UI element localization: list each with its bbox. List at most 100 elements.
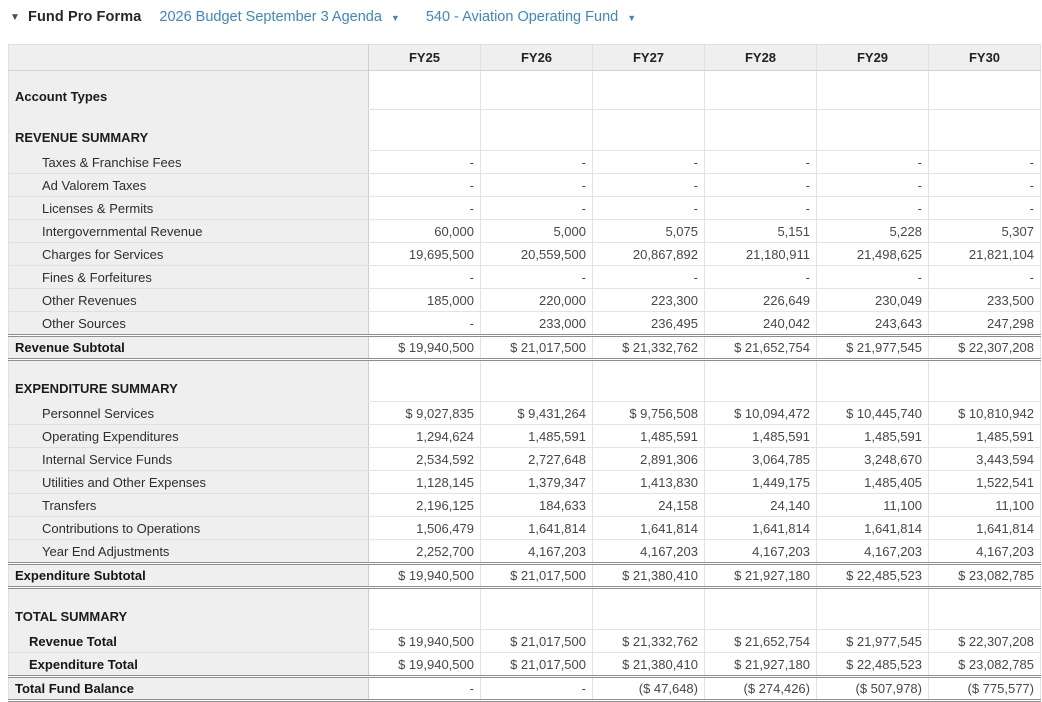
table-row: Other Sources -233,000 236,495 240,042 243,6…: [8, 311, 1041, 336]
page-title: Fund Pro Forma: [28, 9, 142, 25]
value-cell: -: [368, 265, 481, 289]
value-cell: 1,128,145: [368, 470, 481, 494]
value-cell: 1,379,347: [480, 470, 593, 494]
value-cell: 24,158: [592, 493, 705, 517]
value-cell: 1,641,814: [592, 516, 705, 540]
value-cell: $ 21,977,545: [816, 629, 929, 653]
value-cell: [816, 70, 929, 110]
value-cell: 1,485,591: [592, 424, 705, 448]
value-cell: 60,000: [368, 219, 481, 243]
value-cell: [480, 359, 593, 402]
row-label: Taxes & Franchise Fees: [8, 150, 369, 174]
value-cell: -: [368, 675, 481, 702]
fund-dropdown-label: 540 - Aviation Operating Fund: [425, 9, 619, 25]
table-row: Utilities and Other Expenses 1,128,145 1,3…: [8, 470, 1041, 494]
table-row: Licenses & Permits - - - - - -: [8, 196, 1041, 220]
value-cell: $ 21,332,762: [592, 334, 705, 361]
table-row: TOTAL SUMMARY: [8, 587, 1041, 630]
value-cell: $ 10,810,942: [928, 401, 1041, 425]
value-cell: 4,167,203: [592, 539, 705, 564]
table-row: Operating Expenditures 1,294,624 1,485,591…: [8, 424, 1041, 448]
value-cell: ($ 775,577): [928, 675, 1041, 702]
value-cell: 1,485,591: [928, 424, 1041, 448]
value-cell: 11,100: [928, 493, 1041, 517]
value-cell: [928, 109, 1041, 151]
table-row: Ad Valorem Taxes - - - - - -: [8, 173, 1041, 197]
collapse-section-icon[interactable]: ▼: [10, 12, 28, 23]
table-row: Revenue Total $ 19,940,500 $ 21,017,500 $ 2…: [8, 629, 1041, 653]
value-cell: -: [368, 173, 481, 197]
row-label: Ad Valorem Taxes: [8, 173, 369, 197]
value-cell: $ 21,652,754: [704, 334, 817, 361]
value-cell: $ 21,652,754: [704, 629, 817, 653]
value-cell: 226,649: [704, 288, 817, 312]
budget-dropdown[interactable]: 2026 Budget September 3 Agenda ▼: [159, 9, 399, 25]
value-cell: -: [368, 150, 481, 174]
value-cell: [368, 587, 481, 630]
row-label: Utilities and Other Expenses: [8, 470, 369, 494]
value-cell: 240,042: [704, 311, 817, 336]
value-cell: -: [704, 150, 817, 174]
value-cell: -: [928, 173, 1041, 197]
value-cell: $ 22,307,208: [928, 334, 1041, 361]
value-cell: 1,641,814: [480, 516, 593, 540]
value-cell: 230,049: [816, 288, 929, 312]
value-cell: 5,307: [928, 219, 1041, 243]
value-cell: [592, 359, 705, 402]
table-row: Internal Service Funds 2,534,592 2,727,648…: [8, 447, 1041, 471]
value-cell: $ 22,485,523: [816, 652, 929, 677]
value-cell: -: [480, 675, 593, 702]
fund-dropdown[interactable]: 540 - Aviation Operating Fund ▼: [426, 9, 636, 25]
value-cell: 21,498,625: [816, 242, 929, 266]
value-cell: 1,641,814: [704, 516, 817, 540]
value-cell: 220,000: [480, 288, 593, 312]
value-cell: [928, 70, 1041, 110]
header-row: FY25 FY26 FY27 FY28 FY29 FY30: [8, 44, 1041, 71]
value-cell: $ 22,485,523: [816, 562, 929, 589]
chevron-down-icon: ▼: [627, 13, 637, 23]
value-cell: $ 9,431,264: [480, 401, 593, 425]
value-cell: 233,500: [928, 288, 1041, 312]
proforma-table: FY25 FY26 FY27 FY28 FY29 FY30 Account Types RE…: [8, 44, 1041, 702]
value-cell: 223,300: [592, 288, 705, 312]
value-cell: $ 10,094,472: [704, 401, 817, 425]
table-row: Fines & Forfeitures - - - - - -: [8, 265, 1041, 289]
value-cell: 3,248,670: [816, 447, 929, 471]
value-cell: [368, 109, 481, 151]
value-cell: -: [480, 196, 593, 220]
value-cell: $ 21,017,500: [480, 334, 593, 361]
value-cell: $ 10,445,740: [816, 401, 929, 425]
table-row: Other Revenues 185,000 220,000 223,300 226,6…: [8, 288, 1041, 312]
row-label: REVENUE SUMMARY: [8, 109, 369, 151]
row-label: Transfers: [8, 493, 369, 517]
table-row: Personnel Services $ 9,027,835 $ 9,431,264…: [8, 401, 1041, 425]
value-cell: 185,000: [368, 288, 481, 312]
header-cell: FY26: [480, 44, 593, 71]
table-row: Intergovernmental Revenue 60,000 5,000 5,07…: [8, 219, 1041, 243]
header-cell: FY30: [928, 44, 1041, 71]
value-cell: -: [816, 150, 929, 174]
value-cell: -: [816, 196, 929, 220]
value-cell: 1,485,591: [816, 424, 929, 448]
value-cell: $ 9,027,835: [368, 401, 481, 425]
value-cell: -: [816, 173, 929, 197]
value-cell: $ 21,927,180: [704, 562, 817, 589]
value-cell: 1,485,591: [480, 424, 593, 448]
value-cell: 236,495: [592, 311, 705, 336]
row-label: Charges for Services: [8, 242, 369, 266]
header-cell: FY28: [704, 44, 817, 71]
row-label: Fines & Forfeitures: [8, 265, 369, 289]
value-cell: 2,534,592: [368, 447, 481, 471]
table-row: Transfers 2,196,125 184,633 24,158 24,140 11,…: [8, 493, 1041, 517]
table-row: Revenue Subtotal $ 19,940,500 $ 21,017,500…: [8, 334, 1041, 361]
value-cell: $ 19,940,500: [368, 334, 481, 361]
row-label: Expenditure Total: [8, 652, 369, 677]
value-cell: 3,064,785: [704, 447, 817, 471]
value-cell: 1,641,814: [816, 516, 929, 540]
value-cell: -: [592, 173, 705, 197]
value-cell: 5,075: [592, 219, 705, 243]
row-label: Expenditure Subtotal: [8, 562, 369, 589]
value-cell: ($ 47,648): [592, 675, 705, 702]
toolbar: ▼ Fund Pro Forma 2026 Budget September 3…: [0, 0, 1042, 34]
value-cell: [480, 109, 593, 151]
